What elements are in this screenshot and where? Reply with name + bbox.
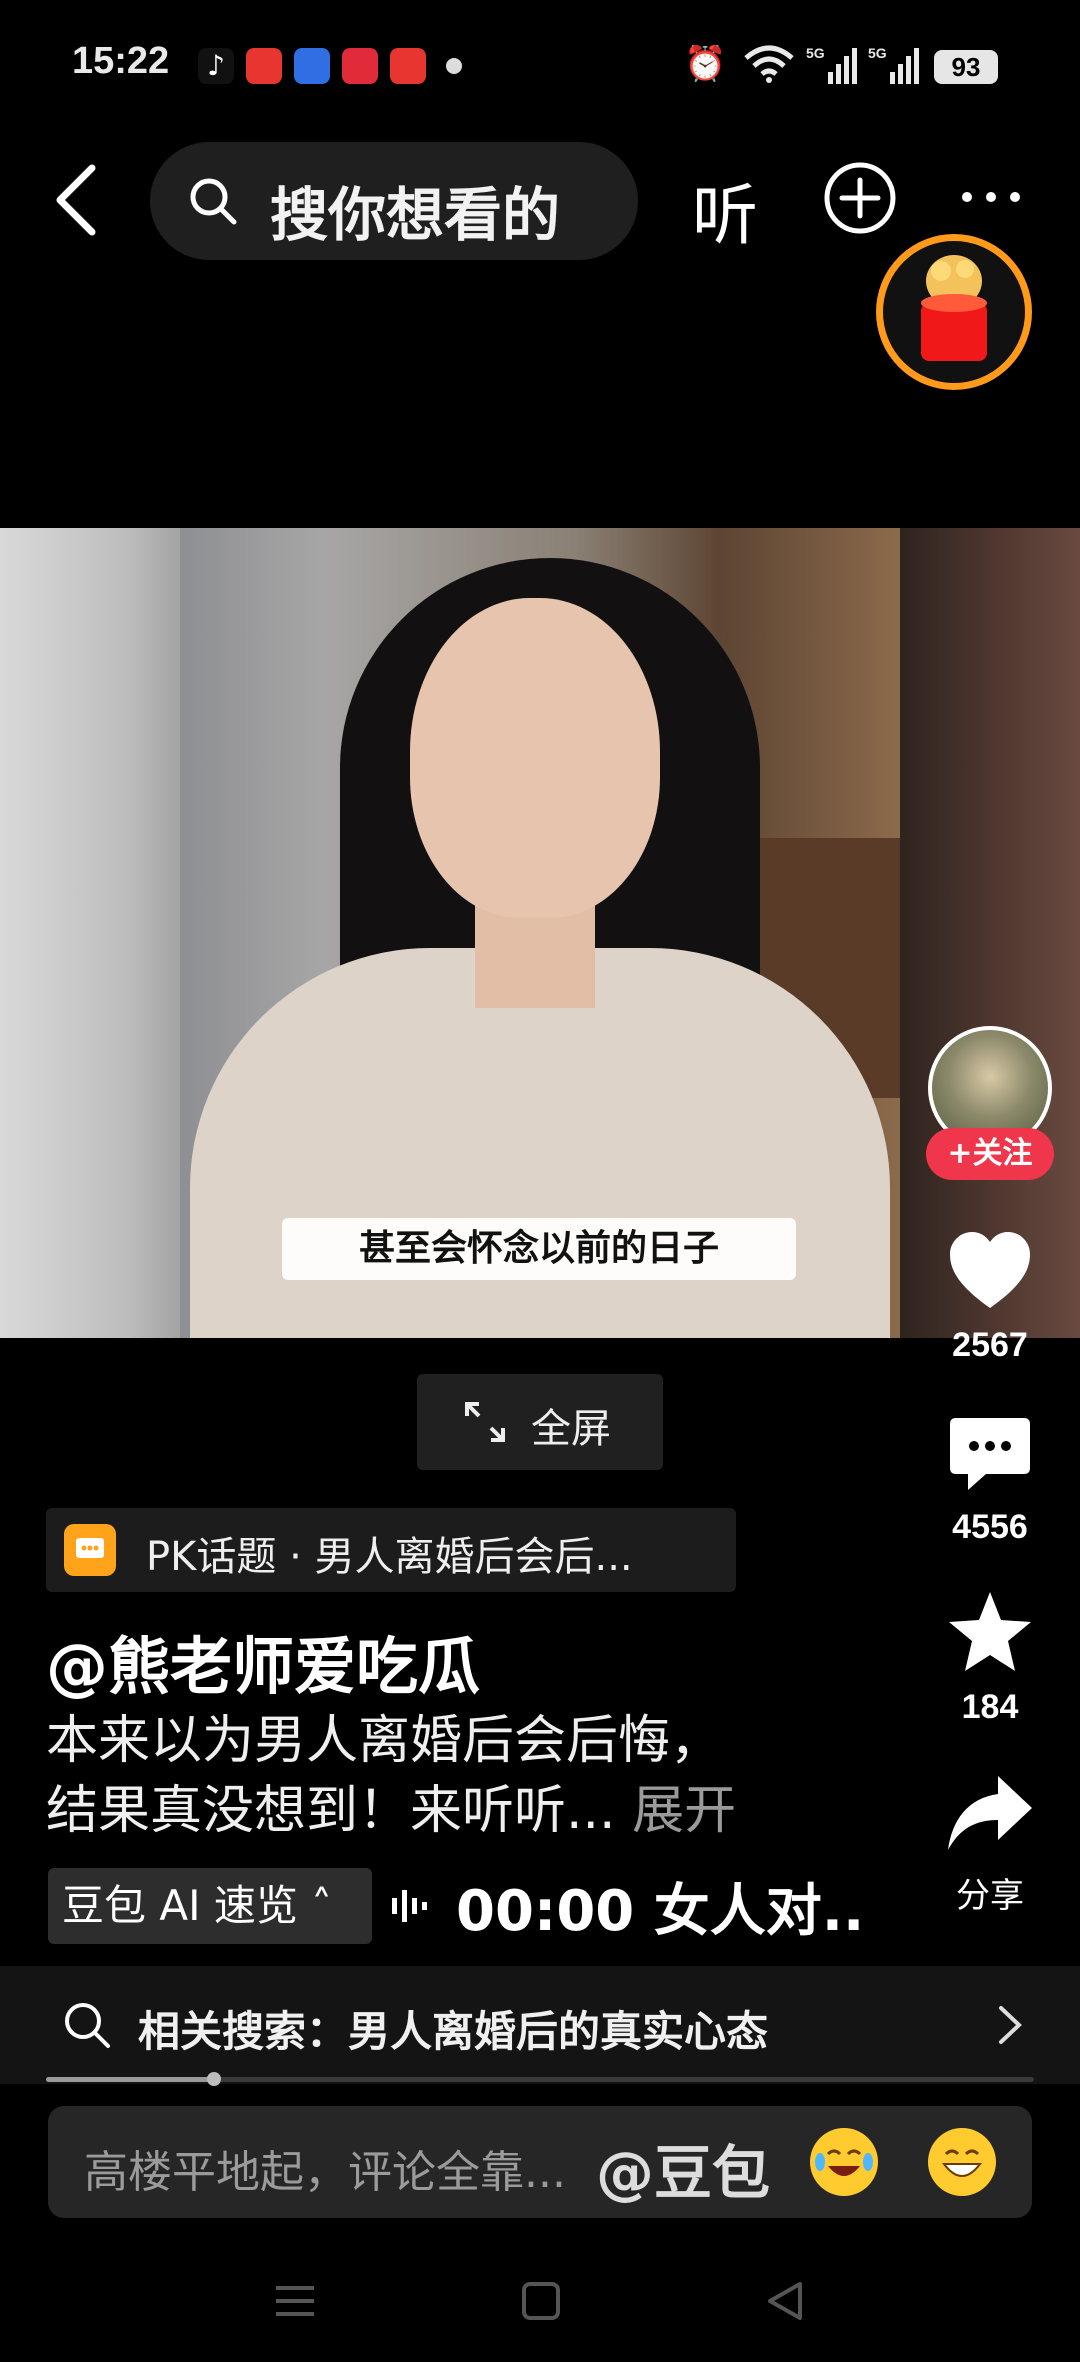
home-nav-icon[interactable] [516,2276,566,2326]
share-arrow-icon[interactable] [946,1770,1034,1858]
like-count: 2567 [952,1326,1028,1364]
audio-wave-icon [392,1890,427,1922]
search-icon [190,178,237,225]
progress-fill [46,2077,214,2082]
status-time: 15:22 [72,40,170,82]
description-line-1: 本来以为男人离婚后会后悔， [46,1711,723,1771]
search-bar[interactable]: 搜你想看的 [150,142,638,260]
tiktok-icon: ♪ [198,48,234,84]
chevron-up-icon: ˄ [297,1881,333,1930]
comment-input-bar[interactable]: 高楼平地起，评论全靠... @豆包 [48,2106,1032,2218]
wifi-icon [744,45,794,83]
pk-chat-icon [64,1524,116,1576]
add-icon[interactable] [822,160,898,236]
svg-text:5G: 5G [868,45,887,61]
signal-5g-icon: 5G [806,45,857,84]
laughing-tears-emoji-icon[interactable] [810,2128,878,2196]
comment-icon[interactable] [946,1412,1034,1500]
svg-text:5G: 5G [806,45,825,61]
menu-nav-icon[interactable] [270,2276,320,2326]
author-name[interactable]: @熊老师爱吃瓜 [46,1616,480,1706]
listen-button[interactable]: 听 [692,162,758,258]
video-person-face [410,598,660,918]
video-subtitle: 甚至会怀念以前的日子 [282,1218,796,1280]
favorite-count: 184 [961,1688,1019,1726]
related-search-bar[interactable]: 相关搜索：男人离婚后的真实心态 [0,1966,1080,2084]
more-notifications-dot [446,58,462,74]
like-heart-icon[interactable] [946,1228,1034,1316]
back-nav-icon[interactable] [760,2276,810,2326]
comment-count: 4556 [952,1508,1028,1546]
expand-icon [465,1402,505,1442]
blue-app-icon [294,48,330,84]
more-options-icon[interactable] [960,190,1022,204]
alarm-icon: ⏰ [684,44,727,84]
share-label: 分享 [956,1877,1024,1915]
related-search-label: 相关搜索：男人离婚后的真实心态 [138,2007,769,2056]
fullscreen-button[interactable]: 全屏 [417,1374,663,1470]
search-placeholder: 搜你想看的 [270,181,561,249]
pk-topic-label: PK话题 · 男人离婚后会后... [146,1534,633,1580]
video-progress-bar[interactable] [46,2072,1034,2086]
video-description[interactable]: 本来以为男人离婚后会后悔， 结果真没想到！来听听... 展开 [46,1706,886,1846]
toutiao-icon [246,48,282,84]
favorite-star-icon[interactable] [946,1588,1034,1676]
battery-indicator: 93 [934,50,998,84]
comment-placeholder: 高楼平地起，评论全靠... [84,2147,566,2198]
chevron-right-icon [999,2006,1022,2044]
search-icon [65,2003,110,2048]
progress-knob[interactable] [206,2072,221,2086]
fullscreen-label: 全屏 [531,1406,611,1452]
red-packet-reward-icon[interactable] [876,234,1032,390]
status-bar: 15:22 ♪ ⏰ 5G 5G 93 [0,0,1080,130]
grinning-emoji-icon[interactable] [928,2128,996,2196]
back-icon[interactable] [48,160,108,240]
description-line-2: 结果真没想到！来听听... [46,1781,616,1841]
follow-button[interactable]: +关注 [926,1128,1054,1180]
system-nav-bar [0,2240,1080,2362]
ai-summary-label: 豆包 AI 速览 [62,1881,298,1930]
signal-5g-icon: 5G [868,45,919,84]
audio-summary-text[interactable]: 00:00 女人对.. [456,1866,864,1947]
video-player[interactable]: 甚至会怀念以前的日子 [0,528,1080,1338]
heart-app-icon [342,48,378,84]
pk-topic-tag[interactable]: PK话题 · 男人离婚后会后... [46,1508,736,1592]
expand-link[interactable]: 展开 [632,1781,736,1841]
mention-doubao-button[interactable]: @豆包 [596,2126,770,2210]
toutiao-lite-icon [390,48,426,84]
ai-summary-button[interactable]: 豆包 AI 速览 ˄ [48,1868,372,1944]
